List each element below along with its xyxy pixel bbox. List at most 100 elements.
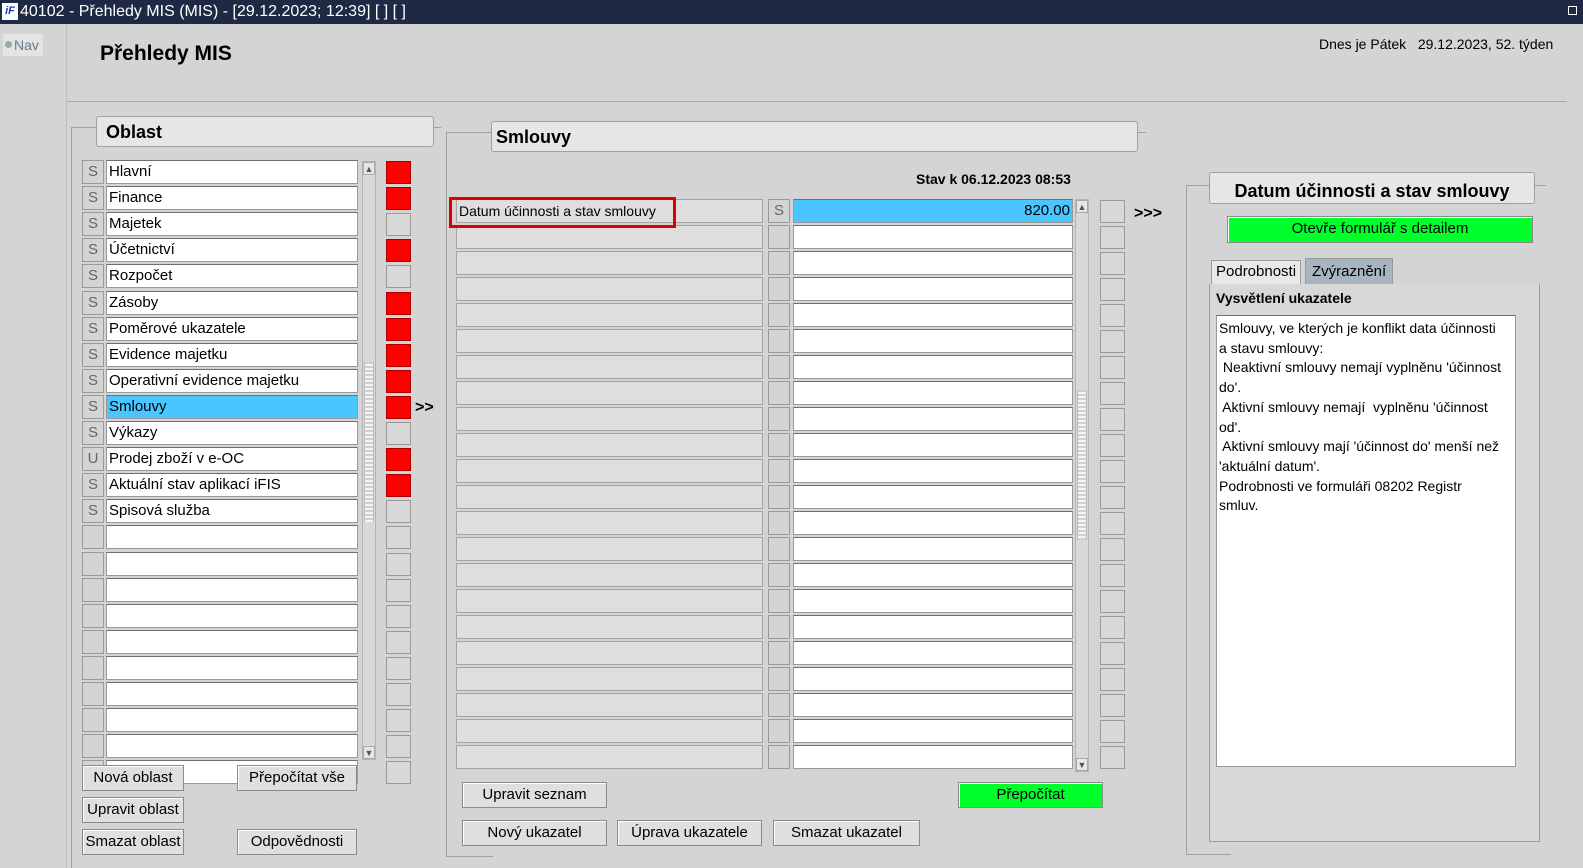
new-area-button[interactable]: Nová oblast (82, 765, 184, 791)
indicator-name[interactable] (456, 381, 763, 405)
row-flag-button[interactable] (768, 277, 790, 301)
indicator-value[interactable] (793, 485, 1073, 509)
row-flag-button[interactable] (82, 551, 104, 576)
indicator-value[interactable] (793, 537, 1073, 561)
status-indicator[interactable] (386, 578, 411, 602)
row-flag-button[interactable]: S (82, 160, 104, 184)
indicator-name[interactable] (456, 225, 763, 249)
status-indicator[interactable] (386, 448, 411, 472)
row-flag-button[interactable] (768, 225, 790, 249)
smlouvy-goto-arrow[interactable]: >>> (1134, 205, 1162, 223)
status-indicator[interactable] (386, 656, 411, 680)
row-action-button[interactable] (1100, 538, 1125, 561)
indicator-value[interactable] (793, 693, 1073, 717)
edit-area-button[interactable]: Upravit oblast (82, 797, 184, 823)
oblast-goto-arrow[interactable]: >> (415, 399, 434, 417)
row-flag-button[interactable]: S (82, 342, 104, 367)
status-indicator[interactable] (386, 474, 411, 498)
scroll-thumb[interactable] (364, 362, 374, 522)
status-indicator[interactable] (386, 761, 411, 785)
row-action-button[interactable] (1100, 408, 1125, 431)
indicator-name[interactable] (456, 459, 763, 483)
indicator-value[interactable] (793, 355, 1073, 379)
row-flag-button[interactable]: S (82, 290, 104, 315)
indicator-name[interactable] (456, 355, 763, 379)
indicator-value[interactable] (793, 277, 1073, 301)
indicator-name[interactable] (456, 641, 763, 665)
indicator-name[interactable] (456, 745, 763, 769)
row-flag-button[interactable] (768, 641, 790, 665)
row-action-button[interactable] (1100, 720, 1125, 743)
oblast-row[interactable]: Majetek (106, 212, 358, 237)
status-indicator[interactable] (386, 239, 411, 263)
oblast-row[interactable] (106, 525, 358, 550)
status-indicator[interactable] (386, 709, 411, 733)
status-indicator[interactable] (386, 604, 411, 628)
oblast-row[interactable]: Evidence majetku (106, 342, 358, 367)
row-flag-button[interactable]: S (82, 368, 104, 393)
row-flag-button[interactable] (82, 682, 104, 706)
status-indicator[interactable] (386, 552, 411, 576)
tab-podrobnosti[interactable]: Podrobnosti (1211, 260, 1302, 285)
row-flag-button[interactable]: S (82, 264, 104, 289)
row-flag-button[interactable] (82, 603, 104, 628)
row-action-button[interactable] (1100, 694, 1125, 717)
row-flag-button[interactable] (768, 433, 790, 457)
indicator-name[interactable] (456, 667, 763, 691)
open-detail-form-button[interactable]: Otevře formulář s detailem (1227, 216, 1533, 243)
indicator-value[interactable] (793, 459, 1073, 483)
status-indicator[interactable] (386, 213, 411, 237)
oblast-row[interactable]: Poměrové ukazatele (106, 316, 358, 341)
row-flag-button[interactable] (768, 381, 790, 405)
scroll-down-icon[interactable]: ▼ (1076, 758, 1088, 771)
smlouvy-scrollbar[interactable]: ▲ ▼ (1075, 199, 1089, 772)
indicator-name[interactable] (456, 719, 763, 743)
oblast-row[interactable] (106, 655, 358, 680)
status-indicator[interactable] (386, 161, 411, 184)
oblast-row[interactable]: Prodej zboží v e-OC (106, 447, 358, 472)
oblast-row[interactable]: Finance (106, 186, 358, 211)
row-action-button[interactable] (1100, 330, 1125, 353)
scroll-down-icon[interactable]: ▼ (363, 746, 375, 759)
status-indicator[interactable] (386, 735, 411, 759)
row-action-button[interactable] (1100, 200, 1125, 223)
indicator-value[interactable] (793, 433, 1073, 457)
row-flag-button[interactable] (768, 615, 790, 639)
oblast-row[interactable]: Zásoby (106, 290, 358, 315)
row-flag-button[interactable] (768, 589, 790, 613)
row-flag-button[interactable] (768, 667, 790, 691)
row-action-button[interactable] (1100, 226, 1125, 249)
indicator-name[interactable] (456, 537, 763, 561)
row-action-button[interactable] (1100, 278, 1125, 301)
status-indicator[interactable] (386, 343, 411, 367)
row-action-button[interactable] (1100, 252, 1125, 275)
indicator-name[interactable] (456, 329, 763, 353)
indicator-value[interactable] (793, 407, 1073, 431)
indicator-name[interactable] (456, 251, 763, 275)
row-flag-button[interactable] (768, 563, 790, 587)
indicator-name[interactable] (456, 589, 763, 613)
status-indicator[interactable] (386, 395, 411, 419)
oblast-row[interactable] (106, 682, 358, 706)
row-flag-button[interactable] (768, 251, 790, 275)
indicator-value[interactable] (793, 511, 1073, 535)
row-action-button[interactable] (1100, 590, 1125, 613)
oblast-row[interactable]: Výkazy (106, 421, 358, 445)
indicator-value[interactable] (793, 329, 1073, 353)
oblast-row[interactable] (106, 577, 358, 602)
row-flag-button[interactable] (82, 734, 104, 759)
status-indicator[interactable] (386, 317, 411, 341)
row-flag-button[interactable] (768, 511, 790, 535)
row-action-button[interactable] (1100, 356, 1125, 379)
indicator-name[interactable] (456, 693, 763, 717)
row-flag-button[interactable]: S (82, 186, 104, 211)
row-flag-button[interactable] (82, 629, 104, 654)
indicator-value[interactable] (793, 615, 1073, 639)
row-flag-button[interactable]: S (82, 212, 104, 237)
row-action-button[interactable] (1100, 382, 1125, 405)
oblast-row[interactable]: Operativní evidence majetku (106, 368, 358, 393)
row-flag-button[interactable] (82, 655, 104, 680)
responsibilities-button[interactable]: Odpovědnosti (237, 829, 357, 855)
oblast-row[interactable]: Spisová služba (106, 499, 358, 524)
scroll-up-icon[interactable]: ▲ (363, 162, 375, 175)
